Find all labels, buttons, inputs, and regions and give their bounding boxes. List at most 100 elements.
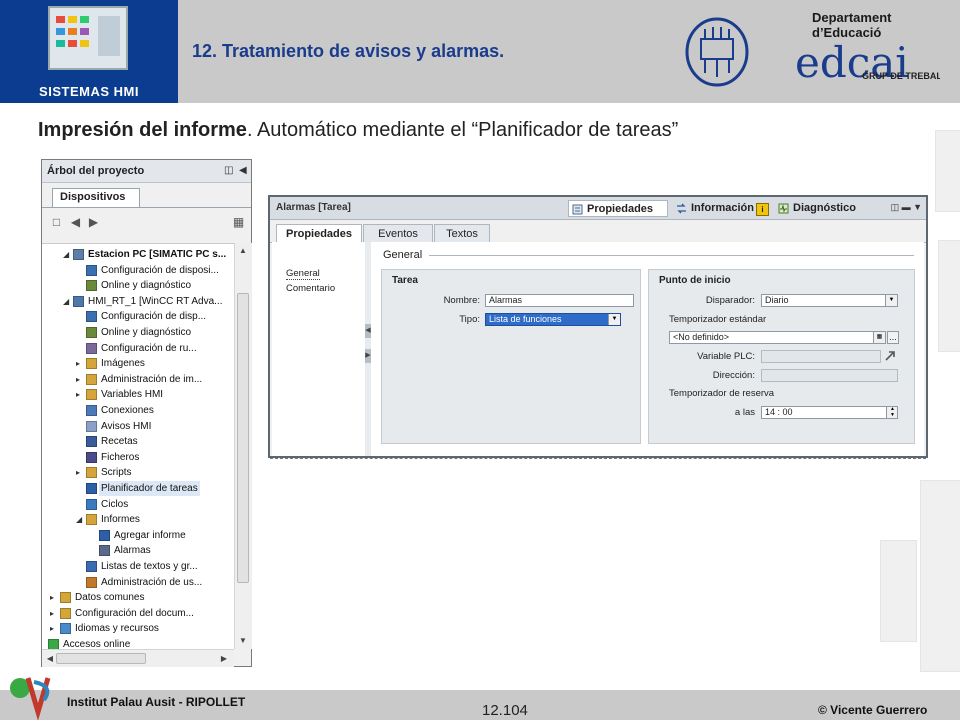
pick-variable-icon[interactable]: [884, 350, 896, 362]
type-select[interactable]: Lista de funciones ▼: [485, 313, 621, 326]
tree-item[interactable]: Alarmas: [42, 543, 232, 558]
tree-item-label: Administración de im...: [101, 373, 203, 385]
scroll-thumb[interactable]: [237, 293, 249, 583]
collapsed-arrow-icon[interactable]: ▸: [76, 356, 84, 371]
tree-item-label: Configuración de ru...: [101, 342, 197, 354]
tree-options-icon[interactable]: ▦: [232, 216, 245, 229]
name-input[interactable]: Alarmas: [485, 294, 634, 307]
subtab-eventos[interactable]: Eventos: [363, 224, 433, 242]
collapsed-arrow-icon[interactable]: ▸: [76, 465, 84, 480]
tree-item-label: Online y diagnóstico: [101, 327, 192, 338]
time-input[interactable]: 14 : 00 ▲ ▼: [761, 406, 898, 419]
tree-item[interactable]: Agregar informe: [42, 528, 232, 543]
type-label: Tipo:: [459, 314, 480, 325]
spinner-icon[interactable]: ▲ ▼: [886, 407, 897, 418]
window-controls-icon[interactable]: ◫ ▬ ▼: [891, 202, 922, 213]
start-point-group: Punto de inicio Disparador: Diario ▼ Tem…: [648, 269, 915, 444]
nav-general[interactable]: General: [286, 268, 320, 280]
tree-node-icon: [86, 436, 97, 448]
tree-item[interactable]: ▸ Configuración del docum...: [42, 606, 232, 621]
tree-item[interactable]: ▸ Scripts: [42, 465, 232, 480]
collapsed-arrow-icon[interactable]: ▸: [50, 590, 58, 605]
tree-item-label: Alarmas: [114, 545, 151, 557]
tree-item[interactable]: Configuración de disp...: [42, 309, 232, 324]
chevron-down-icon[interactable]: ▼: [608, 314, 620, 325]
tree-item[interactable]: Ficheros: [42, 450, 232, 465]
collapsed-arrow-icon[interactable]: ▸: [50, 606, 58, 621]
standard-timer-input[interactable]: <No definido> ▦: [669, 331, 886, 344]
tree-item-label: Scripts: [101, 467, 132, 479]
trigger-select[interactable]: Diario ▼: [761, 294, 898, 307]
collapsed-arrow-icon[interactable]: ▸: [76, 372, 84, 387]
tree-item[interactable]: Planificador de tareas: [42, 481, 232, 496]
tree-vertical-scrollbar[interactable]: ▲ ▼: [234, 243, 252, 649]
tree-item[interactable]: Ciclos: [42, 497, 232, 512]
variable-browse-icon[interactable]: ▦: [873, 332, 885, 343]
tree-item-label: Planificador de tareas: [99, 481, 200, 496]
panel-bottom-divider: [270, 458, 926, 460]
tree-node-icon: [86, 342, 97, 354]
tab-information[interactable]: Información: [673, 200, 767, 217]
new-item-icon[interactable]: □: [50, 216, 63, 229]
project-tree: ◢ Estacion PC [SIMATIC PC s... Configuraci…: [42, 243, 234, 650]
scroll-down-icon[interactable]: ▼: [237, 635, 249, 647]
tree-item[interactable]: Online y diagnóstico: [42, 325, 232, 340]
tree-node-icon: [86, 514, 97, 526]
nav-comentario[interactable]: Comentario: [286, 283, 335, 294]
project-tree-panel: Árbol del proyecto ◫ ◀ Dispositivos □ ◀ …: [41, 159, 252, 667]
scroll-up-icon[interactable]: ▲: [237, 245, 249, 257]
collapse-left-icon[interactable]: ◀: [239, 165, 247, 176]
tree-item[interactable]: Listas de textos y gr...: [42, 559, 232, 574]
reserve-timer-label: Temporizador de reserva: [669, 388, 775, 399]
time-value: 14 : 00: [765, 407, 793, 417]
tree-item[interactable]: ◢ Informes: [42, 512, 232, 527]
tree-item[interactable]: Online y diagnóstico: [42, 278, 232, 293]
collapsed-arrow-icon[interactable]: ▸: [76, 387, 84, 402]
tree-node-icon: [86, 389, 97, 401]
tree-node-icon: [86, 483, 97, 494]
properties-header: Alarmas [Tarea] Propiedades Información …: [270, 197, 926, 220]
properties-subtabs: Propiedades Eventos Textos: [270, 220, 926, 243]
tree-horizontal-scrollbar[interactable]: ◀ ▶: [42, 649, 234, 667]
panel-split-icon[interactable]: ◫: [224, 165, 233, 176]
tree-item-label: Datos comunes: [75, 592, 145, 604]
scroll-left-icon[interactable]: ◀: [44, 653, 56, 665]
tree-item[interactable]: ◢ Estacion PC [SIMATIC PC s...: [42, 247, 232, 262]
tab-diagnostics[interactable]: Diagnóstico: [775, 200, 877, 217]
collapsed-arrow-icon[interactable]: ▸: [50, 621, 58, 636]
expanded-arrow-icon[interactable]: ◢: [63, 294, 71, 309]
tree-item[interactable]: Conexiones: [42, 403, 232, 418]
chevron-down-icon[interactable]: ▼: [885, 295, 897, 306]
scroll-right-icon[interactable]: ▶: [218, 653, 230, 665]
tree-item[interactable]: ▸ Datos comunes: [42, 590, 232, 605]
tree-item[interactable]: ▸ Imágenes: [42, 356, 232, 371]
tree-item[interactable]: Administración de us...: [42, 575, 232, 590]
tree-item-label: Agregar informe: [114, 529, 186, 541]
expanded-arrow-icon[interactable]: ◢: [76, 512, 84, 527]
tree-item-label: Configuración del docum...: [75, 607, 194, 619]
tab-properties[interactable]: Propiedades: [568, 200, 668, 217]
back-icon[interactable]: ◀: [69, 216, 82, 229]
tab-devices[interactable]: Dispositivos: [52, 188, 140, 207]
browse-button[interactable]: ...: [887, 331, 899, 344]
decorative-panel: [938, 240, 960, 352]
tree-item[interactable]: Configuración de disposi...: [42, 263, 232, 278]
tree-item[interactable]: Recetas: [42, 434, 232, 449]
expanded-arrow-icon[interactable]: ◢: [63, 247, 71, 262]
tree-item[interactable]: ▸ Idiomas y recursos: [42, 621, 232, 636]
subtab-textos[interactable]: Textos: [434, 224, 490, 242]
tree-item[interactable]: ▸ Variables HMI: [42, 387, 232, 402]
subtab-propiedades[interactable]: Propiedades: [276, 224, 362, 243]
tree-item[interactable]: ◢ HMI_RT_1 [WinCC RT Adva...: [42, 294, 232, 309]
hscroll-thumb[interactable]: [56, 653, 146, 664]
edcai-logo: edcai GRUP DE TREBALL: [795, 38, 940, 87]
standard-timer-value: <No definido>: [673, 332, 730, 342]
plc-variable-input: [761, 350, 881, 363]
tree-node-icon: [86, 373, 97, 385]
tree-item[interactable]: ▸ Administración de im...: [42, 372, 232, 387]
tree-node-icon: [73, 249, 84, 260]
tree-node-icon: [86, 358, 97, 370]
tree-item[interactable]: Configuración de ru...: [42, 341, 232, 356]
tree-item[interactable]: Avisos HMI: [42, 419, 232, 434]
forward-icon[interactable]: ▶: [87, 216, 100, 229]
